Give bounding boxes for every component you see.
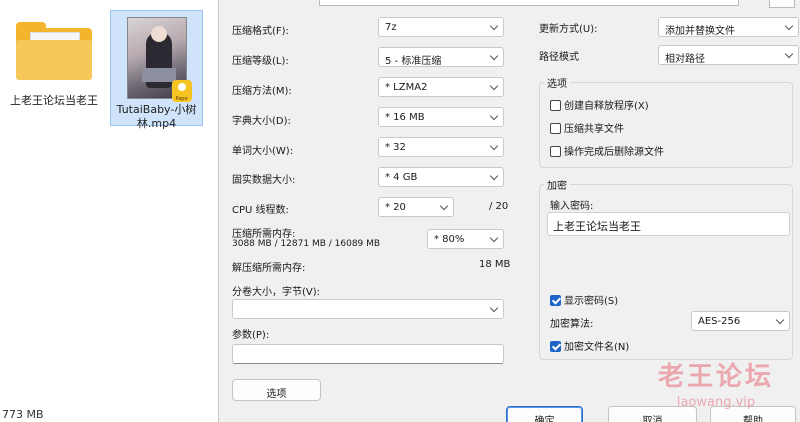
method-label: 压缩方法(M): bbox=[232, 86, 292, 97]
site-watermark: 老王论坛 laowang.vip bbox=[658, 356, 774, 410]
encryption-method-select[interactable]: AES-256 bbox=[691, 311, 790, 331]
show-password-checkbox[interactable]: 显示密码(S) bbox=[550, 292, 618, 307]
word-label: 单词大小(W): bbox=[232, 146, 294, 157]
path-mode-select[interactable]: 相对路径 bbox=[658, 45, 799, 65]
path-mode-label: 路径模式 bbox=[539, 52, 579, 63]
encrypt-filenames-checkbox[interactable]: 加密文件名(N) bbox=[550, 338, 629, 353]
cpu-total: / 20 bbox=[489, 201, 509, 212]
decomp-memory-value: 18 MB bbox=[479, 259, 511, 270]
format-select[interactable]: 7z bbox=[378, 17, 504, 37]
level-select[interactable]: 5 - 标准压缩 bbox=[378, 47, 504, 67]
memory-select[interactable]: * 80% bbox=[427, 229, 504, 249]
check-icon bbox=[550, 340, 561, 352]
browse-button[interactable] bbox=[769, 0, 795, 8]
word-select[interactable]: * 32 bbox=[378, 137, 504, 157]
video-file-name: TutaiBaby-小树林.mp4 bbox=[116, 103, 197, 130]
params-label: 参数(P): bbox=[232, 330, 270, 341]
memory-label: 压缩所需内存: bbox=[232, 229, 296, 240]
folder-icon bbox=[16, 22, 92, 80]
options-button[interactable]: 选项 bbox=[232, 379, 321, 401]
chevron-down-icon bbox=[489, 303, 499, 315]
chevron-down-icon bbox=[784, 21, 794, 33]
ok-button[interactable]: 确定 bbox=[506, 406, 583, 422]
chevron-down-icon bbox=[489, 233, 499, 245]
folder-item[interactable]: 上老王论坛当老王 bbox=[8, 12, 100, 108]
compress-shared-checkbox[interactable]: 压缩共享文件 bbox=[550, 120, 624, 135]
decomp-memory-label: 解压缩所需内存: bbox=[232, 263, 306, 274]
chevron-down-icon bbox=[784, 49, 794, 61]
archive-path-field[interactable] bbox=[319, 0, 739, 6]
params-input[interactable] bbox=[232, 344, 504, 364]
create-sfx-checkbox[interactable]: 创建自释放程序(X) bbox=[550, 97, 649, 112]
folder-name: 上老王论坛当老王 bbox=[10, 94, 98, 107]
chevron-down-icon bbox=[439, 201, 449, 213]
chevron-down-icon bbox=[489, 51, 499, 63]
chevron-down-icon bbox=[489, 171, 499, 183]
cpu-select[interactable]: * 20 bbox=[378, 197, 454, 217]
watermark-title: 老王论坛 bbox=[658, 362, 775, 392]
video-thumbnail: Pape bbox=[126, 17, 192, 102]
split-label: 分卷大小，字节(V): bbox=[232, 287, 321, 298]
method-select[interactable]: * LZMA2 bbox=[378, 77, 504, 97]
dict-select[interactable]: * 16 MB bbox=[378, 107, 504, 127]
split-select[interactable] bbox=[232, 299, 504, 319]
watermark-url: laowang.vip bbox=[676, 395, 756, 410]
chevron-down-icon bbox=[489, 141, 499, 153]
solid-label: 固实数据大小: bbox=[232, 175, 296, 186]
dict-label: 字典大小(D): bbox=[232, 116, 291, 127]
chevron-down-icon bbox=[489, 111, 499, 123]
solid-select[interactable]: * 4 GB bbox=[378, 167, 504, 187]
player-badge-icon: Pape bbox=[171, 80, 192, 102]
desktop-area: 上老王论坛当老王 Pape TutaiBaby-小树林.mp4 773 MB bbox=[0, 0, 220, 422]
checkbox-icon bbox=[550, 99, 561, 111]
selection-size-status: 773 MB bbox=[2, 408, 44, 421]
checkbox-icon bbox=[550, 122, 561, 134]
update-mode-label: 更新方式(U): bbox=[539, 24, 598, 35]
update-mode-select[interactable]: 添加并替换文件 bbox=[658, 17, 799, 37]
check-icon bbox=[550, 294, 561, 306]
chevron-down-icon bbox=[489, 81, 499, 93]
chevron-down-icon bbox=[775, 315, 785, 327]
password-input[interactable]: 上老王论坛当老王 bbox=[547, 212, 790, 236]
level-label: 压缩等级(L): bbox=[232, 56, 289, 67]
memory-detail: 3088 MB / 12871 MB / 16089 MB bbox=[232, 239, 381, 249]
format-label: 压缩格式(F): bbox=[232, 26, 289, 37]
password-label: 输入密码: bbox=[550, 201, 594, 212]
encryption-group-title: 加密 bbox=[544, 177, 570, 192]
video-file-item[interactable]: Pape TutaiBaby-小树林.mp4 bbox=[110, 10, 203, 130]
options-group-title: 选项 bbox=[544, 75, 570, 90]
cpu-label: CPU 线程数: bbox=[232, 205, 289, 216]
chevron-down-icon bbox=[489, 21, 499, 33]
checkbox-icon bbox=[550, 145, 561, 157]
encryption-method-label: 加密算法: bbox=[550, 319, 594, 330]
delete-after-checkbox[interactable]: 操作完成后删除源文件 bbox=[550, 143, 664, 158]
